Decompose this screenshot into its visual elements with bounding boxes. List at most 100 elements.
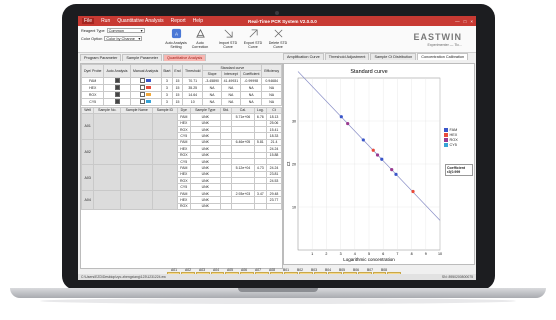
maximize-icon[interactable]: □: [464, 19, 467, 24]
data-point-fam[interactable]: [380, 157, 384, 161]
y-axis-label: Ct: [286, 161, 291, 166]
data-point-fam[interactable]: [361, 138, 365, 142]
threshold-cell[interactable]: 35.25: [182, 83, 204, 92]
import-curve-icon: [224, 29, 233, 38]
dye-row-fam[interactable]: FAM 3 15 70.71 -3.45890 41.49931 -0.99998 0.946…: [81, 76, 282, 85]
import-curve-label: Import STD Curve: [218, 41, 238, 49]
threshold-cell[interactable]: 70.71: [182, 76, 204, 85]
dye-color-swatch: [146, 100, 152, 104]
start-cell[interactable]: 3: [160, 90, 174, 99]
dye-label: CY5: [89, 99, 97, 104]
auto-analysis-checkbox[interactable]: [114, 92, 120, 98]
manual-analysis-checkbox[interactable]: [140, 92, 146, 98]
sample-id-cell: [152, 189, 178, 211]
dye-row-rox[interactable]: ROX 3 15 14.64 NA NA NA NA: [81, 90, 282, 99]
standard-curve-chart: Standard curve 1 2 3 4 5 6 7 8 9 10 10 20 30 Logarithm…: [283, 63, 475, 265]
auto-analysis-checkbox[interactable]: [114, 99, 120, 105]
legend-swatch: [444, 143, 448, 147]
end-cell[interactable]: 15: [171, 76, 184, 85]
manual-analysis-cell: [129, 76, 162, 85]
right-panel: Amplification Curve Threshold Adjustment…: [283, 53, 475, 267]
std-cell: [219, 202, 233, 211]
color-option-row: Color Option Color by Channe ▾: [81, 36, 143, 41]
data-point-fam[interactable]: [394, 172, 398, 176]
experimenter-info: Experimenter — Tic...: [427, 43, 462, 47]
close-icon[interactable]: ×: [470, 19, 473, 24]
start-cell[interactable]: 3: [160, 76, 174, 85]
tab-quantitative-analysis[interactable]: Quantitative Analysis: [163, 54, 207, 61]
tab-program-parameter[interactable]: Program Parameter: [80, 54, 122, 61]
threshold-cell[interactable]: 10: [182, 97, 204, 106]
tab-sample-parameter[interactable]: Sample Parameter: [122, 54, 162, 61]
color-option-value: Color by Channe: [106, 36, 135, 41]
export-curve-button[interactable]: Export STD Curve: [241, 28, 265, 49]
manual-analysis-cell: [129, 83, 162, 92]
minimize-icon[interactable]: —: [455, 19, 460, 24]
legend-item-cy5[interactable]: CY5: [444, 143, 458, 148]
auto-analysis-checkbox[interactable]: [114, 85, 120, 91]
tab-concentration-calibration[interactable]: Concentration Calibration: [417, 53, 469, 60]
data-point-rox[interactable]: [346, 121, 350, 126]
reagent-type-select[interactable]: Common ▾: [106, 28, 145, 33]
menu-help[interactable]: Help: [193, 18, 203, 24]
dye-label: ROX: [88, 92, 97, 97]
data-point-hex[interactable]: [371, 148, 375, 152]
slope-cell: -3.45890: [202, 76, 222, 85]
efficiency-cell: 0.94684: [261, 76, 282, 85]
threshold-cell[interactable]: 14.64: [182, 90, 204, 99]
sample-no-cell: [93, 164, 122, 191]
manual-analysis-checkbox[interactable]: [140, 85, 146, 91]
legend-label: ROX: [449, 138, 458, 142]
ct-cell: [266, 202, 282, 211]
dye-row-hex[interactable]: HEX 3 15 35.25 NA NA NA NA: [81, 83, 282, 92]
dye-row-cy5[interactable]: CY5 3 15 10 NA NA NA NA: [81, 97, 282, 106]
delete-curve-button[interactable]: Delete STD Curve: [266, 28, 290, 49]
col-dye: Dye/ Probe: [81, 64, 105, 78]
menu-bar: File Run Quantitative Analysis Report He…: [78, 18, 203, 24]
data-point-rox[interactable]: [390, 167, 394, 172]
menu-quantitative-analysis[interactable]: Quantitative Analysis: [117, 18, 163, 24]
reagent-type-value: Common: [108, 28, 124, 33]
x-tick-label: 2: [325, 252, 327, 256]
data-point-fam[interactable]: [339, 115, 343, 119]
data-point-rox[interactable]: [375, 153, 380, 157]
x-tick-label: 6: [382, 252, 384, 256]
y-tick-label: 20: [292, 162, 296, 166]
manual-analysis-checkbox[interactable]: [140, 99, 146, 105]
end-cell[interactable]: 15: [171, 90, 184, 99]
menu-file[interactable]: File: [82, 18, 95, 24]
color-option-select[interactable]: Color by Channe ▾: [104, 36, 143, 41]
manual-analysis-checkbox[interactable]: [140, 78, 146, 84]
intercept-cell: NA: [220, 83, 242, 92]
tab-threshold-adjustment[interactable]: Threshold Adjustment: [324, 53, 370, 60]
end-cell[interactable]: 15: [171, 83, 184, 92]
auto-analysis-cell: [103, 76, 131, 85]
auto-correction-button[interactable]: Auto Correction: [188, 28, 212, 49]
tab-sample-ct-distribution[interactable]: Sample Ct Distribution: [370, 53, 417, 60]
auto-analysis-button[interactable]: A Auto Analysis Setting: [164, 28, 188, 49]
coefficient-cell: NA: [240, 83, 263, 92]
data-point-hex[interactable]: [411, 189, 415, 194]
left-panel: Dye/ Probe Auto Analysis Manual Analysis…: [80, 63, 283, 269]
auto-correction-icon: [195, 29, 205, 38]
window-controls: — □ ×: [455, 19, 473, 24]
auto-analysis-checkbox[interactable]: [114, 78, 120, 84]
tab-amplification-curve[interactable]: Amplification Curve: [283, 53, 324, 60]
manual-analysis-cell: [129, 97, 162, 106]
end-cell[interactable]: 15: [171, 97, 184, 106]
intercept-cell: NA: [220, 90, 242, 99]
start-cell[interactable]: 3: [160, 83, 174, 92]
menu-run[interactable]: Run: [101, 18, 110, 24]
window-title: Real-Time PCR System V2.0.0.0: [248, 18, 317, 24]
sample-name-cell: [120, 113, 154, 140]
x-tick-label: 3: [340, 252, 342, 256]
import-curve-button[interactable]: Import STD Curve: [216, 28, 240, 49]
delete-curve-label: Delete STD Curve: [268, 41, 288, 49]
legend-label: FAM: [449, 128, 458, 132]
menu-report[interactable]: Report: [171, 18, 186, 24]
dye-label: HEX: [89, 85, 97, 90]
auto-correction-label: Auto Correction: [191, 41, 209, 49]
chevron-down-icon: ▾: [138, 37, 141, 41]
start-cell[interactable]: 3: [160, 97, 174, 106]
chevron-down-icon: ▾: [140, 29, 143, 33]
